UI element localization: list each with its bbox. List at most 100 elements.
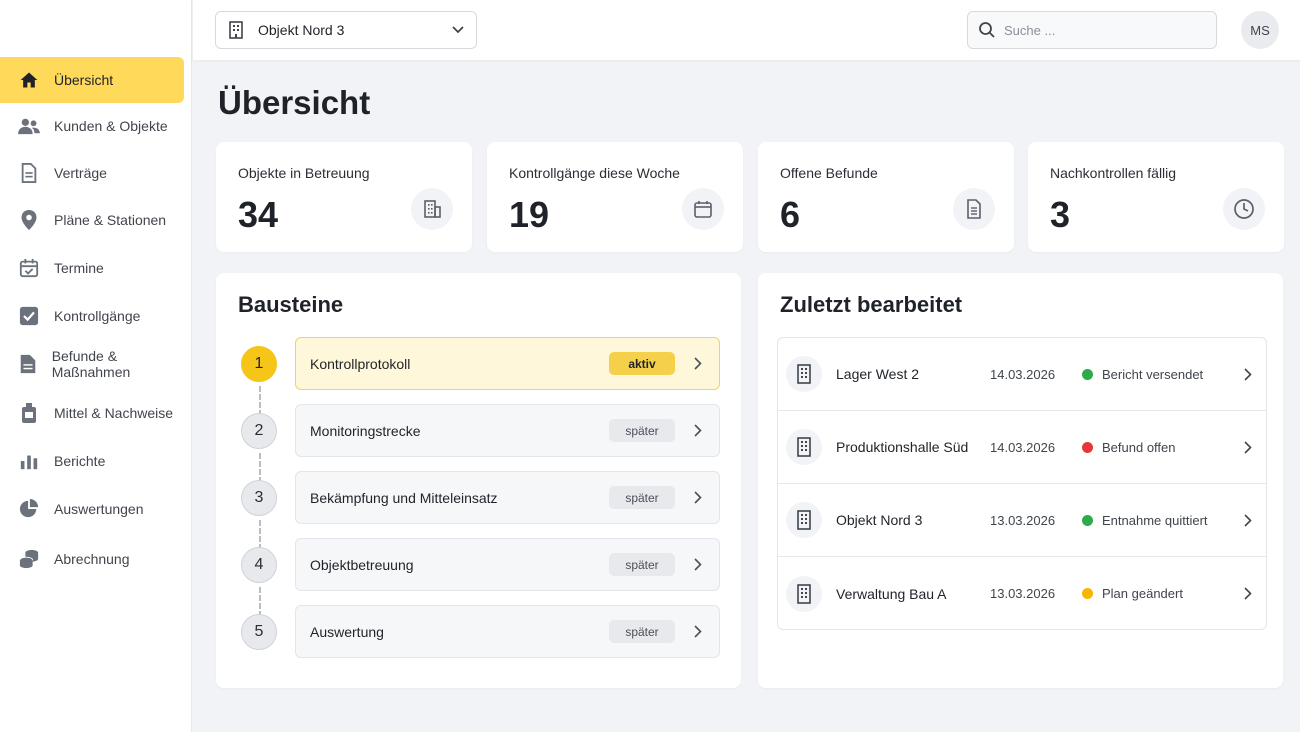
coins-icon bbox=[18, 548, 40, 570]
sidebar-item-label: Berichte bbox=[54, 453, 106, 469]
recent-status: Entnahme quittiert bbox=[1102, 512, 1208, 528]
sidebar-item-kunden-objekte[interactable]: Kunden & Objekte bbox=[0, 103, 184, 149]
sidebar-item-berichte[interactable]: Berichte bbox=[0, 438, 184, 484]
page-title: Übersicht bbox=[218, 84, 371, 121]
step-label: Monitoringstrecke bbox=[310, 422, 421, 439]
chevron-right-icon bbox=[691, 491, 705, 505]
chevron-right-icon bbox=[1241, 367, 1255, 381]
stat-label: Nachkontrollen fällig bbox=[1050, 165, 1177, 181]
building-icon bbox=[411, 188, 453, 230]
clock-icon bbox=[1223, 188, 1265, 230]
sidebar-item-label: Kunden & Objekte bbox=[54, 118, 168, 134]
step-connector bbox=[259, 520, 261, 550]
stat-label: Offene Befunde bbox=[780, 165, 878, 181]
sidebar-item-label: Mittel & Nachweise bbox=[54, 405, 174, 421]
building-icon bbox=[786, 429, 822, 465]
step-connector bbox=[259, 386, 261, 416]
bottle-icon bbox=[18, 402, 40, 424]
building-icon bbox=[786, 502, 822, 538]
sidebar-item-kontrollgaenge[interactable]: Kontrollgänge bbox=[0, 293, 184, 339]
sidebar-item-label: Verträge bbox=[54, 165, 107, 181]
building-icon bbox=[228, 21, 244, 39]
step-card-kontrollprotokoll[interactable]: Kontrollprotokoll aktiv bbox=[295, 337, 720, 390]
calendar-check-icon bbox=[18, 257, 40, 279]
recent-name: Produktionshalle Süd bbox=[836, 439, 969, 455]
status-dot bbox=[1082, 441, 1093, 453]
recent-status: Plan geändert bbox=[1102, 586, 1183, 601]
stat-card-objekte: Objekte in Betreuung 34 bbox=[216, 142, 472, 252]
sidebar-item-befunde-massnahmen[interactable]: Befunde & Maßnahmen bbox=[0, 341, 184, 387]
stat-card-befunde: Offene Befunde 6 bbox=[758, 142, 1014, 252]
step-label: Auswertung bbox=[310, 623, 384, 640]
building-icon bbox=[786, 575, 822, 612]
recent-date: 14.03.2026 bbox=[990, 439, 1056, 455]
bausteine-panel: Bausteine 1 2 3 4 5 Kontrollprotokoll ak… bbox=[216, 273, 741, 688]
step-number: 1 bbox=[241, 346, 277, 382]
recent-date: 14.03.2026 bbox=[990, 366, 1056, 382]
step-card-objektbetreuung[interactable]: Objektbetreuung später bbox=[295, 538, 720, 591]
sidebar-item-termine[interactable]: Termine bbox=[0, 245, 184, 291]
chevron-right-icon bbox=[1241, 587, 1255, 601]
step-number: 2 bbox=[241, 413, 277, 449]
step-connector bbox=[259, 453, 261, 483]
chevron-down-icon bbox=[452, 26, 464, 34]
step-card-bekaempfung[interactable]: Bekämpfung und Mitteleinsatz später bbox=[295, 471, 720, 524]
search-box bbox=[967, 11, 1217, 49]
chevron-right-icon bbox=[691, 625, 705, 639]
sidebar-item-label: Befunde & Maßnahmen bbox=[51, 348, 131, 380]
status-badge: später bbox=[609, 486, 675, 509]
recent-date: 13.03.2026 bbox=[990, 512, 1056, 528]
search-input[interactable] bbox=[1004, 22, 1204, 38]
step-card-auswertung[interactable]: Auswertung später bbox=[295, 605, 720, 658]
step-connector bbox=[259, 587, 261, 617]
sidebar-item-auswertungen[interactable]: Auswertungen bbox=[0, 486, 184, 532]
map-pin-icon bbox=[18, 209, 40, 231]
sidebar-item-label: Pläne & Stationen bbox=[54, 212, 167, 228]
sidebar-item-label: Auswertungen bbox=[54, 501, 144, 517]
object-select[interactable]: Objekt Nord 3 bbox=[215, 11, 477, 49]
stat-value: 3 bbox=[1050, 194, 1071, 235]
step-card-monitoringstrecke[interactable]: Monitoringstrecke später bbox=[295, 404, 720, 457]
recent-date: 13.03.2026 bbox=[990, 586, 1056, 601]
sidebar-item-plaene-stationen[interactable]: Pläne & Stationen bbox=[0, 197, 184, 243]
list-item[interactable]: Objekt Nord 3 13.03.2026 Entnahme quitti… bbox=[778, 484, 1266, 557]
calendar-icon bbox=[682, 188, 724, 230]
file-icon bbox=[18, 353, 38, 375]
sidebar-item-abrechnung[interactable]: Abrechnung bbox=[0, 536, 184, 582]
list-item[interactable]: Lager West 2 14.03.2026 Bericht versende… bbox=[778, 338, 1266, 411]
stat-value: 34 bbox=[238, 194, 279, 235]
chevron-right-icon bbox=[691, 424, 705, 438]
sidebar-item-label: Kontrollgänge bbox=[54, 308, 141, 324]
list-item[interactable]: Verwaltung Bau A 13.03.2026 Plan geänder… bbox=[778, 557, 1266, 629]
sidebar-item-uebersicht[interactable]: Übersicht bbox=[0, 57, 184, 103]
chevron-right-icon bbox=[1241, 440, 1255, 454]
sidebar-item-vertraege[interactable]: Verträge bbox=[0, 150, 184, 196]
recent-status: Bericht versendet bbox=[1102, 366, 1204, 382]
stat-card-nachkontrollen: Nachkontrollen fällig 3 bbox=[1028, 142, 1284, 252]
bar-chart-icon bbox=[18, 450, 40, 472]
avatar[interactable]: MS bbox=[1241, 11, 1279, 49]
sidebar-item-mittel-nachweise[interactable]: Mittel & Nachweise bbox=[0, 390, 184, 436]
stat-label: Objekte in Betreuung bbox=[238, 165, 370, 181]
stat-card-kontrollgaenge: Kontrollgänge diese Woche 19 bbox=[487, 142, 743, 252]
document-icon bbox=[18, 162, 40, 184]
chevron-right-icon bbox=[691, 558, 705, 572]
recent-panel: Zuletzt bearbeitet Lager West 2 14.03.20… bbox=[758, 273, 1283, 688]
status-badge: aktiv bbox=[609, 352, 675, 375]
report-icon bbox=[953, 188, 995, 230]
status-badge: später bbox=[609, 620, 675, 643]
recent-name: Lager West 2 bbox=[836, 366, 920, 382]
list-item[interactable]: Produktionshalle Süd 14.03.2026 Befund o… bbox=[778, 411, 1266, 484]
recent-title: Zuletzt bearbeitet bbox=[780, 292, 963, 317]
object-select-value: Objekt Nord 3 bbox=[258, 22, 345, 38]
chevron-right-icon bbox=[1241, 513, 1255, 527]
status-dot bbox=[1082, 588, 1093, 599]
chevron-right-icon bbox=[691, 357, 705, 371]
sidebar-item-label: Übersicht bbox=[54, 72, 114, 88]
pie-chart-icon bbox=[18, 498, 40, 520]
status-dot bbox=[1082, 514, 1093, 526]
stat-label: Kontrollgänge diese Woche bbox=[509, 165, 680, 181]
recent-list: Lager West 2 14.03.2026 Bericht versende… bbox=[777, 337, 1267, 630]
users-icon bbox=[18, 115, 40, 137]
recent-name: Verwaltung Bau A bbox=[836, 585, 947, 602]
